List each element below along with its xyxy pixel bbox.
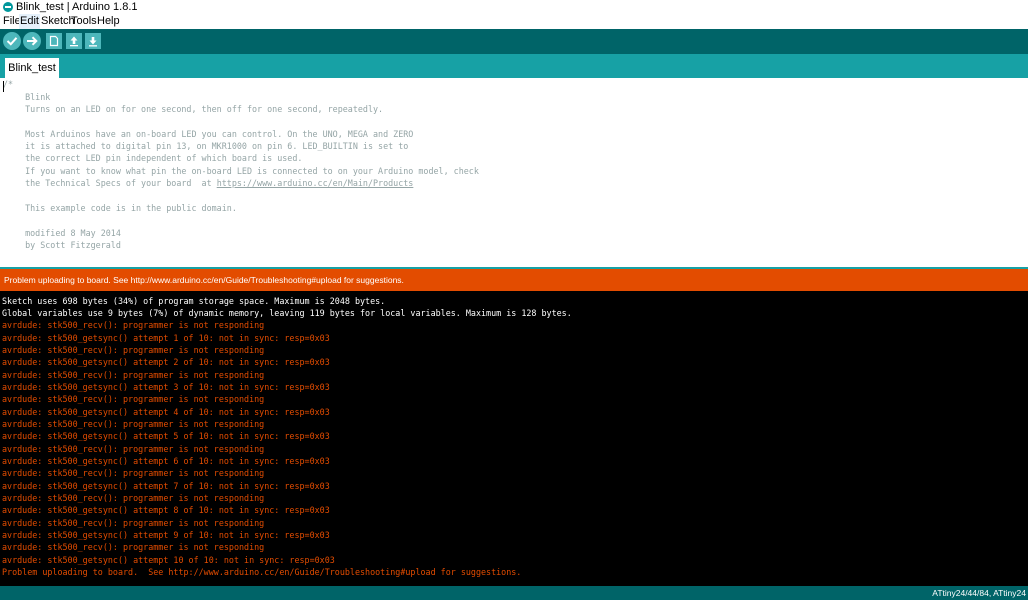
bottom-status-bar: ATtiny24/44/84, ATtiny24 xyxy=(0,586,1028,600)
code-line-text: the Technical Specs of your board at xyxy=(15,178,217,188)
text-cursor xyxy=(3,81,4,92)
console-error-line: avrdude: stk500_recv(): programmer is no… xyxy=(2,542,265,552)
status-message: Problem uploading to board. See http://w… xyxy=(4,275,404,285)
open-icon xyxy=(70,36,78,47)
console-error-line: avrdude: stk500_getsync() attempt 1 of 1… xyxy=(2,333,330,343)
window-title: Blink_test | Arduino 1.8.1 xyxy=(16,1,138,13)
toolbar xyxy=(0,29,1028,54)
new-icon xyxy=(49,35,59,47)
console-error-line: avrdude: stk500_recv(): programmer is no… xyxy=(2,518,265,528)
tab-strip: Blink_test xyxy=(0,54,1028,78)
console-error-line: avrdude: stk500_recv(): programmer is no… xyxy=(2,419,265,429)
verify-button[interactable] xyxy=(3,32,21,50)
menu-help[interactable]: Help xyxy=(96,14,121,29)
console-error-line: avrdude: stk500_getsync() attempt 10 of … xyxy=(2,555,335,565)
console-error-line: avrdude: stk500_recv(): programmer is no… xyxy=(2,394,265,404)
code-line: Blink xyxy=(15,92,51,102)
code-line: Most Arduinos have an on-board LED you c… xyxy=(15,129,414,139)
console-error-line: avrdude: stk500_recv(): programmer is no… xyxy=(2,468,265,478)
console-error-line: avrdude: stk500_recv(): programmer is no… xyxy=(2,345,265,355)
console-error-line: avrdude: stk500_getsync() attempt 4 of 1… xyxy=(2,407,330,417)
console-output[interactable]: Sketch uses 698 bytes (34%) of program s… xyxy=(0,291,1028,586)
menu-bar: File Edit Sketch Tools Help xyxy=(0,14,1028,29)
console-error-line: avrdude: stk500_getsync() attempt 7 of 1… xyxy=(2,481,330,491)
open-button[interactable] xyxy=(66,33,82,49)
console-error-line: avrdude: stk500_recv(): programmer is no… xyxy=(2,370,265,380)
board-indicator: ATtiny24/44/84, ATtiny24 xyxy=(932,588,1026,598)
upload-icon xyxy=(27,36,38,46)
console-error-line: avrdude: stk500_recv(): programmer is no… xyxy=(2,320,265,330)
console-error-line: avrdude: stk500_recv(): programmer is no… xyxy=(2,444,265,454)
tab-blink-test[interactable]: Blink_test xyxy=(5,58,59,78)
code-line: it is attached to digital pin 13, on MKR… xyxy=(15,141,409,151)
upload-button[interactable] xyxy=(23,32,41,50)
code-line: the correct LED pin independent of which… xyxy=(15,153,303,163)
console-error-line: avrdude: stk500_getsync() attempt 8 of 1… xyxy=(2,505,330,515)
console-error-line: avrdude: stk500_getsync() attempt 6 of 1… xyxy=(2,456,330,466)
save-button[interactable] xyxy=(85,33,101,49)
code-editor[interactable]: /* Blink Turns on an LED on for one seco… xyxy=(0,78,1028,267)
console-error-line: avrdude: stk500_getsync() attempt 2 of 1… xyxy=(2,357,330,367)
console-error-line: avrdude: stk500_getsync() attempt 5 of 1… xyxy=(2,431,330,441)
console-info-line: Sketch uses 698 bytes (34%) of program s… xyxy=(2,296,386,306)
menu-edit[interactable]: Edit xyxy=(19,14,40,29)
save-icon xyxy=(89,37,97,47)
code-line: If you want to know what pin the on-boar… xyxy=(15,166,479,176)
products-link[interactable]: https://www.arduino.cc/en/Main/Products xyxy=(217,178,414,188)
code-line: /* xyxy=(3,79,14,89)
console-error-line: avrdude: stk500_getsync() attempt 9 of 1… xyxy=(2,530,330,540)
console-error-line: Problem uploading to board. See http://w… xyxy=(2,567,522,577)
verify-icon xyxy=(6,37,18,46)
code-line: by Scott Fitzgerald xyxy=(15,240,121,250)
new-button[interactable] xyxy=(46,33,62,49)
code-line-with-link: the Technical Specs of your board at htt… xyxy=(15,177,413,189)
arduino-logo-icon xyxy=(3,2,13,12)
code-line: modified 8 May 2014 xyxy=(15,228,121,238)
code-line: This example code is in the public domai… xyxy=(15,203,237,213)
console-error-line: avrdude: stk500_recv(): programmer is no… xyxy=(2,493,265,503)
console-info-line: Global variables use 9 bytes (7%) of dyn… xyxy=(2,308,572,318)
status-bar: Problem uploading to board. See http://w… xyxy=(0,269,1028,291)
menu-tools[interactable]: Tools xyxy=(70,14,98,29)
code-line: Turns on an LED on for one second, then … xyxy=(15,104,384,114)
title-bar: Blink_test | Arduino 1.8.1 xyxy=(0,0,1028,14)
console-error-line: avrdude: stk500_getsync() attempt 3 of 1… xyxy=(2,382,330,392)
